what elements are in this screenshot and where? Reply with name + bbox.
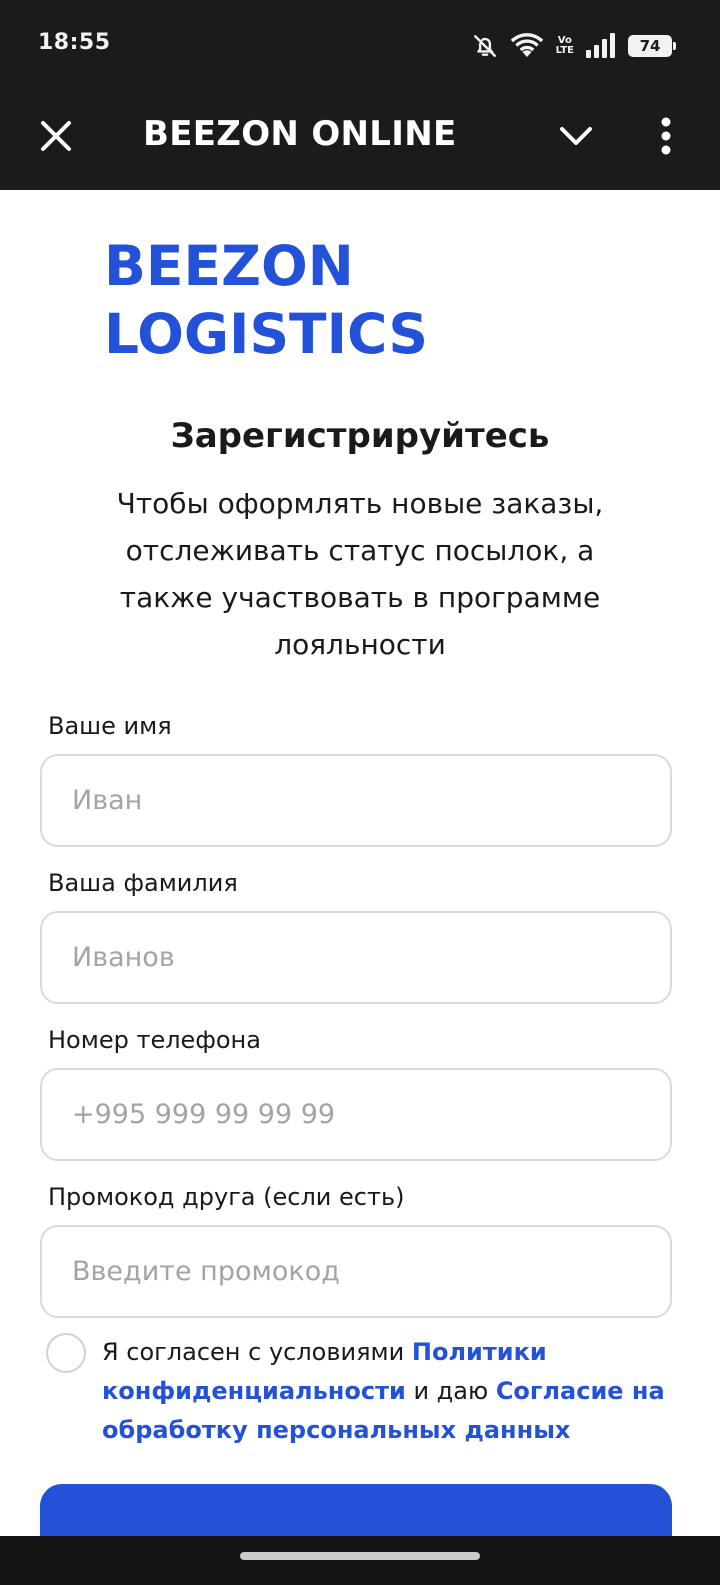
last-name-input[interactable] (40, 911, 672, 1004)
phone-label: Номер телефона (48, 1026, 261, 1054)
phone-input[interactable] (40, 1068, 672, 1161)
app-bar: BEEZON ONLINE (0, 90, 720, 190)
app-title: BEEZON ONLINE (143, 114, 457, 154)
wifi-icon (510, 33, 544, 59)
volte-bottom-text: LTE (555, 45, 574, 56)
consent-text-middle: и даю (405, 1377, 496, 1405)
signal-icon (586, 33, 616, 59)
status-time: 18:55 (38, 30, 111, 55)
first-name-input[interactable] (40, 754, 672, 847)
consent-checkbox[interactable] (46, 1333, 86, 1373)
page-title: Зарегистрируйтесь (170, 416, 550, 456)
consent-text: Я согласен с условиями Политики конфиден… (102, 1333, 682, 1450)
last-name-label: Ваша фамилия (48, 869, 238, 897)
logo-line-1: BEEZON (104, 234, 354, 298)
home-gesture-handle[interactable] (240, 1552, 480, 1560)
consent-text-before: Я согласен с условиями (102, 1338, 412, 1366)
promo-code-input[interactable] (40, 1225, 672, 1318)
brand-logo: BEEZON LOGISTICS (104, 232, 428, 368)
page-subtitle: Чтобы оформлять новые заказы, отслеживат… (116, 487, 604, 661)
status-icons: Vo LTE 74 (472, 28, 676, 64)
status-bar: 18:55 Vo LTE 74 (0, 0, 720, 90)
more-vertical-icon[interactable] (648, 112, 684, 160)
chevron-down-icon[interactable] (556, 116, 596, 156)
promo-label: Промокод друга (если есть) (48, 1183, 405, 1211)
first-name-label: Ваше имя (48, 712, 172, 740)
battery-level: 74 (639, 37, 661, 55)
battery-icon: 74 (628, 35, 676, 57)
bell-off-icon (472, 33, 498, 59)
logo-line-2: LOGISTICS (104, 302, 429, 366)
volte-icon: Vo LTE (556, 36, 574, 56)
system-nav-bar (0, 1536, 720, 1585)
close-icon[interactable] (36, 116, 76, 156)
